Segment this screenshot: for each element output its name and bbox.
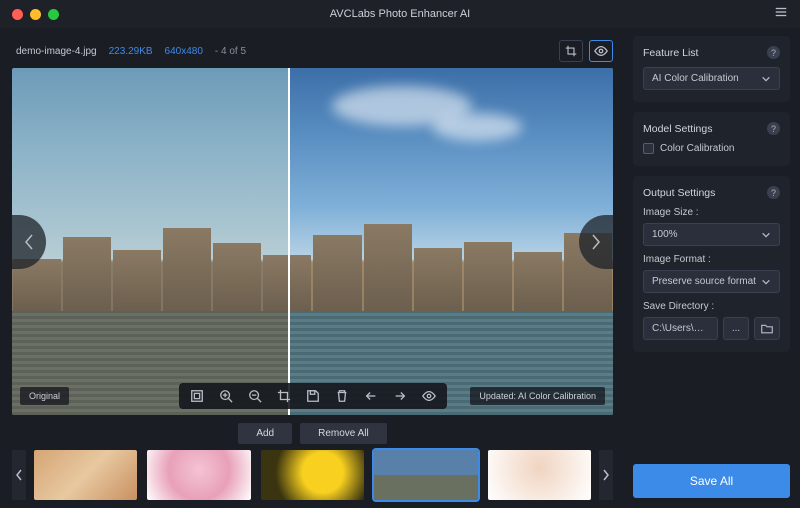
preview-toggle-button[interactable] bbox=[589, 40, 613, 62]
zoom-out-icon[interactable] bbox=[245, 386, 265, 406]
thumbnail-3[interactable] bbox=[261, 450, 364, 500]
model-settings-title: Model Settings bbox=[643, 123, 712, 135]
image-format-select[interactable]: Preserve source format bbox=[643, 270, 780, 293]
output-settings-title: Output Settings bbox=[643, 187, 715, 199]
image-size-select[interactable]: 100% bbox=[643, 223, 780, 246]
feature-select[interactable]: AI Color Calibration bbox=[643, 67, 780, 90]
save-dir-label: Save Directory : bbox=[643, 301, 780, 312]
feature-list-panel: Feature List ? AI Color Calibration bbox=[633, 36, 790, 102]
delete-icon[interactable] bbox=[332, 386, 352, 406]
thumb-scroll-left[interactable] bbox=[12, 450, 26, 500]
image-size-label: Image Size : bbox=[643, 207, 780, 218]
crop-icon[interactable] bbox=[274, 386, 294, 406]
file-name: demo-image-4.jpg bbox=[16, 46, 97, 57]
help-icon[interactable]: ? bbox=[767, 122, 780, 135]
title-bar: AVCLabs Photo Enhancer AI bbox=[0, 0, 800, 28]
remove-all-button[interactable]: Remove All bbox=[300, 423, 387, 444]
thumbnail-1[interactable] bbox=[34, 450, 137, 500]
updated-label: Updated: AI Color Calibration bbox=[470, 387, 605, 405]
original-label: Original bbox=[20, 387, 69, 405]
help-icon[interactable]: ? bbox=[767, 46, 780, 59]
preview-toolbar bbox=[179, 383, 447, 409]
file-index: - 4 of 5 bbox=[215, 46, 246, 57]
thumbnail-5[interactable] bbox=[488, 450, 591, 500]
undo-arrow-icon[interactable] bbox=[361, 386, 381, 406]
minimize-window-button[interactable] bbox=[30, 9, 41, 20]
window-controls bbox=[0, 9, 59, 20]
maximize-window-button[interactable] bbox=[48, 9, 59, 20]
feature-list-title: Feature List bbox=[643, 47, 698, 59]
file-info-bar: demo-image-4.jpg 223.29KB 640x480 - 4 of… bbox=[12, 38, 613, 68]
model-settings-panel: Model Settings ? Color Calibration bbox=[633, 112, 790, 166]
output-settings-panel: Output Settings ? Image Size : 100% Imag… bbox=[633, 176, 790, 352]
feature-select-value: AI Color Calibration bbox=[652, 73, 739, 84]
chevron-down-icon bbox=[761, 74, 771, 84]
help-icon[interactable]: ? bbox=[767, 186, 780, 199]
folder-icon bbox=[761, 323, 773, 335]
save-dir-value: C:\Users\Nova bbox=[652, 323, 709, 334]
preview-area: Original Updated: AI Color Calibration bbox=[12, 68, 613, 415]
comparison-slider[interactable] bbox=[288, 68, 290, 415]
file-dimensions: 640x480 bbox=[165, 46, 203, 57]
app-title: AVCLabs Photo Enhancer AI bbox=[330, 8, 470, 20]
save-dir-field[interactable]: C:\Users\Nova bbox=[643, 317, 718, 340]
save-icon[interactable] bbox=[303, 386, 323, 406]
color-calibration-checkbox[interactable] bbox=[643, 143, 654, 154]
thumbnail-4[interactable] bbox=[374, 450, 477, 500]
menu-icon[interactable] bbox=[774, 5, 788, 24]
color-calibration-label: Color Calibration bbox=[660, 143, 734, 154]
file-size: 223.29KB bbox=[109, 46, 153, 57]
chevron-down-icon bbox=[761, 230, 771, 240]
open-folder-button[interactable] bbox=[754, 317, 780, 340]
add-button[interactable]: Add bbox=[238, 423, 292, 444]
image-format-label: Image Format : bbox=[643, 254, 780, 265]
save-all-button[interactable]: Save All bbox=[633, 464, 790, 498]
image-format-value: Preserve source format bbox=[652, 276, 756, 287]
redo-arrow-icon[interactable] bbox=[390, 386, 410, 406]
fit-screen-icon[interactable] bbox=[187, 386, 207, 406]
chevron-down-icon bbox=[761, 277, 771, 287]
crop-tool-button[interactable] bbox=[559, 40, 583, 62]
image-size-value: 100% bbox=[652, 229, 678, 240]
thumbnail-2[interactable] bbox=[147, 450, 250, 500]
eye-icon[interactable] bbox=[419, 386, 439, 406]
browse-dots-button[interactable]: ... bbox=[723, 317, 749, 340]
zoom-in-icon[interactable] bbox=[216, 386, 236, 406]
close-window-button[interactable] bbox=[12, 9, 23, 20]
thumb-scroll-right[interactable] bbox=[599, 450, 613, 500]
